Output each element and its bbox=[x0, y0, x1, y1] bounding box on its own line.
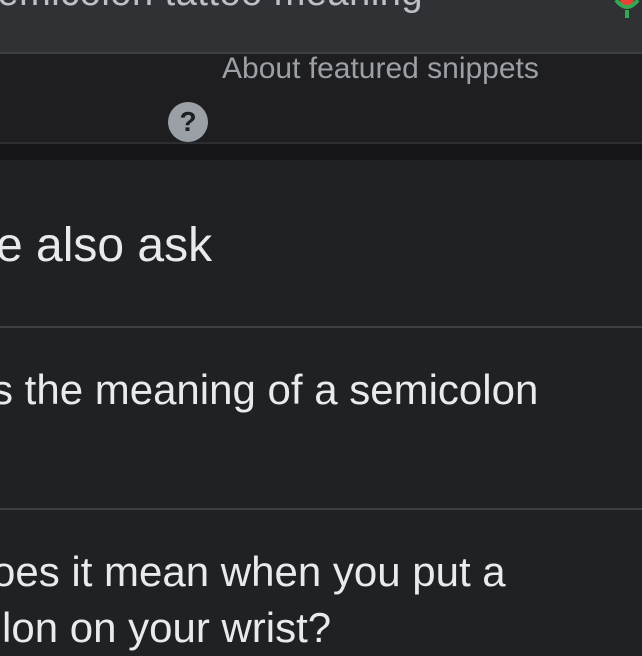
help-circle-icon[interactable]: ? bbox=[168, 102, 208, 142]
question-text: s the meaning of a semicolon bbox=[0, 366, 539, 413]
question-text-line-1: oes it mean when you put a bbox=[0, 548, 506, 595]
search-query[interactable]: semicolon tattoo meaning bbox=[0, 0, 423, 15]
question-item[interactable]: s the meaning of a semicolon bbox=[0, 328, 642, 508]
section-separator bbox=[0, 144, 642, 160]
people-also-ask-heading: e also ask bbox=[0, 219, 213, 272]
featured-snippets-footer: ? About featured snippets bbox=[0, 54, 642, 144]
question-text-line-2: lon on your wrist? bbox=[2, 604, 332, 651]
people-also-ask-section: e also ask s the meaning of a semicolon … bbox=[0, 160, 642, 651]
mic-icon[interactable] bbox=[614, 0, 642, 18]
about-featured-snippets-link[interactable]: About featured snippets bbox=[222, 54, 539, 86]
question-item[interactable]: oes it mean when you put a lon on your w… bbox=[0, 510, 642, 651]
search-bar[interactable]: semicolon tattoo meaning bbox=[0, 0, 642, 54]
